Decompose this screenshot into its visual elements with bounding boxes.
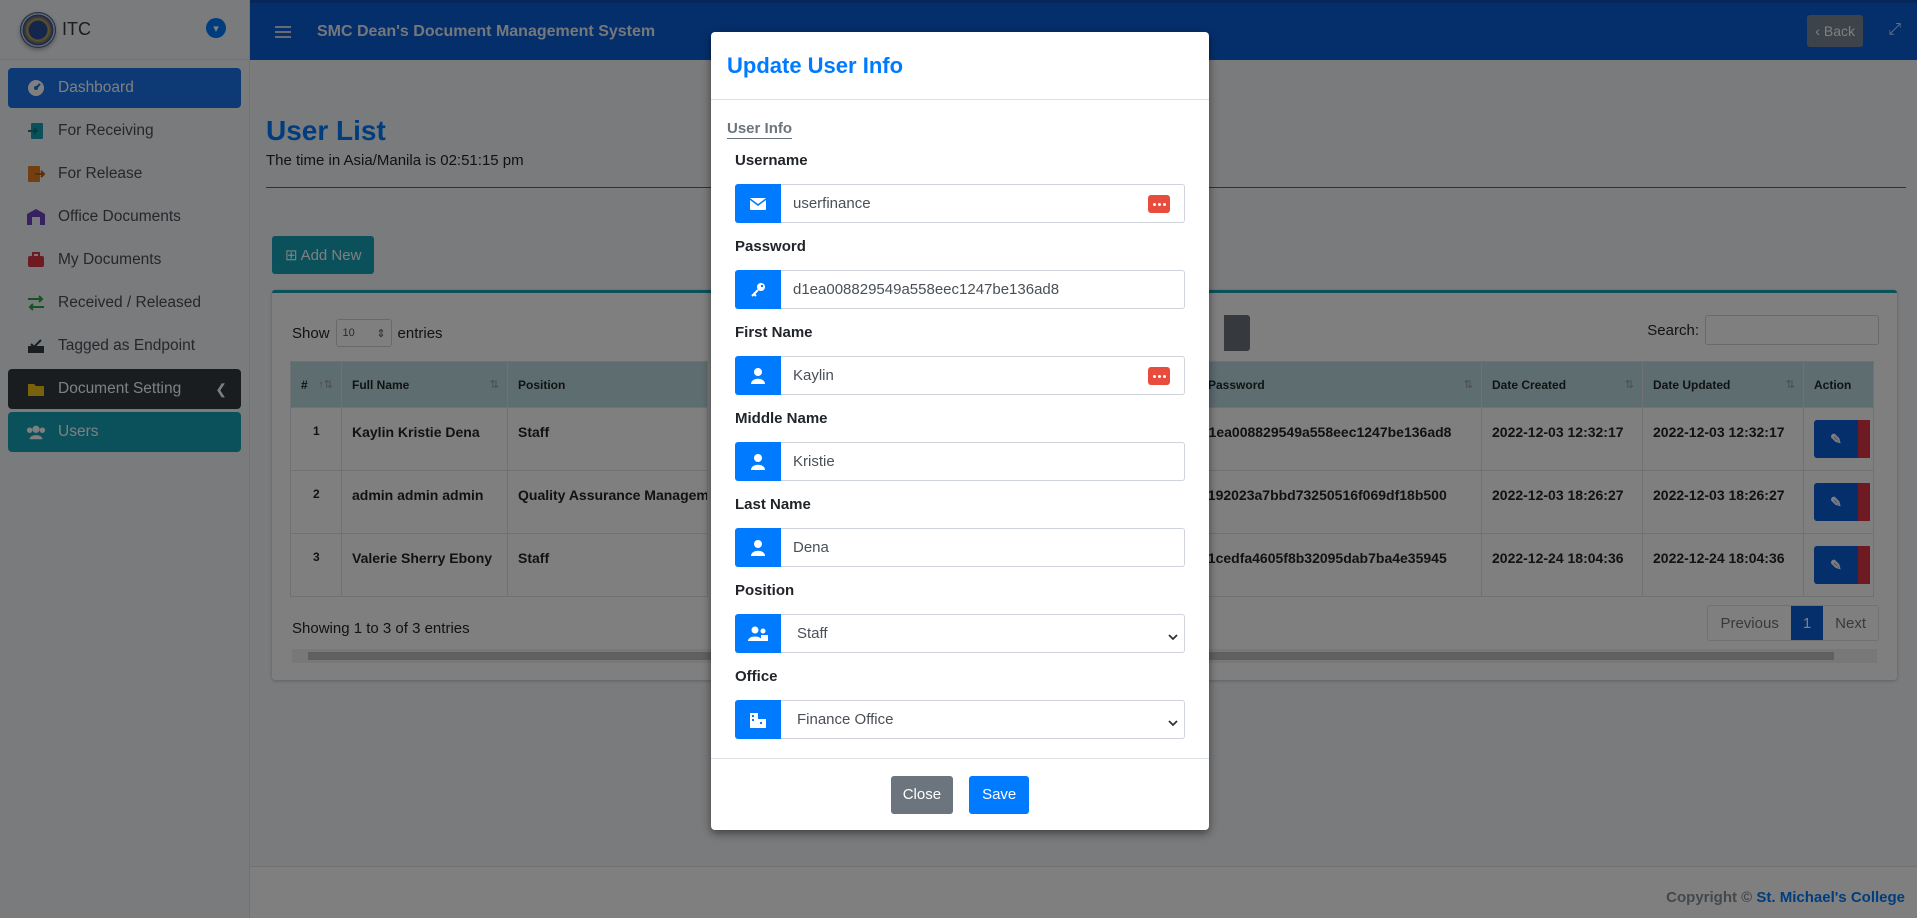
password-manager-icon[interactable] xyxy=(1148,195,1170,213)
first-name-field-group: First Name Kaylin xyxy=(735,324,1185,395)
modal-body: User Info Username userfinance Password xyxy=(711,100,1209,758)
username-field-group: Username userfinance xyxy=(735,152,1185,223)
first-name-input[interactable]: Kaylin xyxy=(781,356,1185,395)
user-icon xyxy=(735,356,781,395)
password-label: Password xyxy=(735,238,806,255)
password-field-group: Password d1ea008829549a558eec1247be136ad… xyxy=(735,238,1185,309)
position-field-group: Position Staff xyxy=(735,582,1185,653)
office-building-icon xyxy=(735,700,781,739)
position-label: Position xyxy=(735,582,795,599)
users-icon xyxy=(735,614,781,653)
close-button[interactable]: Close xyxy=(890,775,954,814)
modal-footer: Close Save xyxy=(711,758,1209,830)
middle-name-label: Middle Name xyxy=(735,410,828,427)
envelope-icon xyxy=(735,184,781,223)
username-value: userfinance xyxy=(793,195,871,212)
position-select[interactable]: Staff xyxy=(781,614,1185,653)
office-select[interactable]: Finance Office xyxy=(781,700,1185,739)
key-icon xyxy=(735,270,781,309)
position-value: Staff xyxy=(797,625,828,642)
middle-name-field-group: Middle Name Kristie xyxy=(735,410,1185,481)
password-input[interactable]: d1ea008829549a558eec1247be136ad8 xyxy=(781,270,1185,309)
username-label: Username xyxy=(735,152,808,169)
username-input[interactable]: userfinance xyxy=(781,184,1185,223)
save-button[interactable]: Save xyxy=(969,775,1030,814)
last-name-input[interactable]: Dena xyxy=(781,528,1185,567)
password-value: d1ea008829549a558eec1247be136ad8 xyxy=(793,281,1060,298)
chevron-down-icon xyxy=(1168,628,1178,645)
modal-header: Update User Info xyxy=(711,32,1209,100)
office-value: Finance Office xyxy=(797,711,894,728)
first-name-value: Kaylin xyxy=(793,367,834,384)
middle-name-input[interactable]: Kristie xyxy=(781,442,1185,481)
update-user-modal: Update User Info User Info Username user… xyxy=(711,32,1209,830)
middle-name-value: Kristie xyxy=(793,453,835,470)
password-manager-icon[interactable] xyxy=(1148,367,1170,385)
last-name-value: Dena xyxy=(793,539,829,556)
user-icon xyxy=(735,442,781,481)
last-name-label: Last Name xyxy=(735,496,811,513)
user-icon xyxy=(735,528,781,567)
first-name-label: First Name xyxy=(735,324,813,341)
office-field-group: Office Finance Office xyxy=(735,668,1185,739)
last-name-field-group: Last Name Dena xyxy=(735,496,1185,567)
section-label: User Info xyxy=(727,120,793,139)
chevron-down-icon xyxy=(1168,714,1178,731)
office-label: Office xyxy=(735,668,778,685)
modal-title: Update User Info xyxy=(727,52,904,78)
